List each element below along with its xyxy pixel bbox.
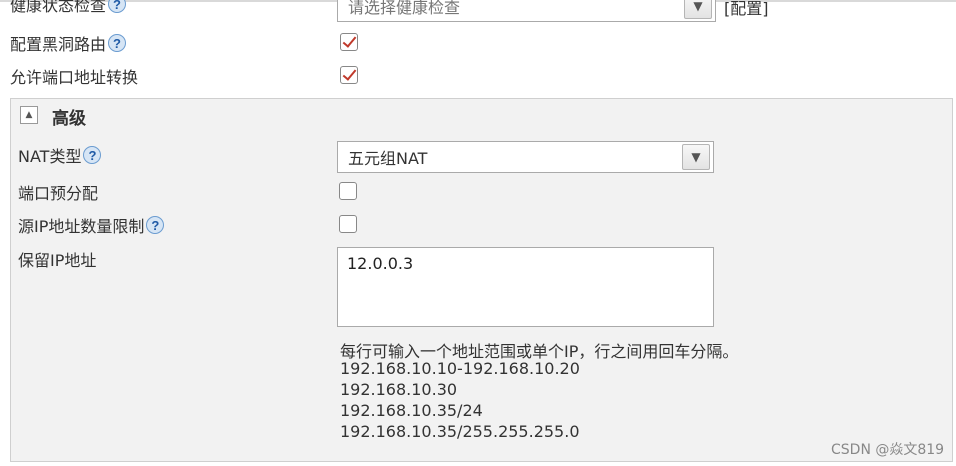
reserved-ip-textarea[interactable]: 12.0.0.3 (337, 247, 714, 327)
reserved-ip-example: 192.168.10.35/255.255.255.0 (340, 422, 580, 441)
src-ip-limit-label: 源IP地址数量限制? (18, 213, 165, 237)
port-prealloc-checkbox[interactable] (339, 182, 357, 200)
port-prealloc-label: 端口预分配 (18, 184, 99, 203)
port-nat-checkbox[interactable] (340, 66, 358, 84)
reserved-ip-example: 192.168.10.10-192.168.10.20 (340, 359, 580, 378)
advanced-title: 高级 (52, 109, 86, 129)
port-prealloc-row: 端口预分配 (18, 178, 98, 206)
help-icon[interactable]: ? (108, 34, 127, 52)
blackhole-label: 配置黑洞路由? (10, 31, 127, 55)
reserved-ip-label: 保留IP地址 (18, 251, 97, 270)
help-icon[interactable]: ? (83, 146, 102, 164)
health-check-label: 健康状态检查? (10, 0, 127, 16)
nat-type-select[interactable]: 五元组NAT ▼ (337, 141, 714, 173)
nat-type-label: NAT类型? (18, 143, 102, 167)
chevron-down-icon[interactable]: ▼ (684, 0, 712, 19)
help-icon[interactable]: ? (146, 216, 165, 234)
blackhole-checkbox[interactable] (340, 33, 358, 51)
src-ip-limit-checkbox[interactable] (339, 215, 357, 233)
nat-type-value: 五元组NAT (348, 149, 428, 168)
src-ip-limit-row: 源IP地址数量限制? (18, 211, 165, 239)
health-check-config-link[interactable]: [配置] (724, 0, 769, 19)
nat-type-row: NAT类型? (18, 141, 102, 169)
port-nat-label: 允许端口地址转换 (10, 68, 139, 87)
reserved-ip-example: 192.168.10.35/24 (340, 401, 483, 420)
reserved-ip-example: 192.168.10.30 (340, 380, 458, 399)
health-check-placeholder: 请选择健康检查 (348, 0, 461, 17)
blackhole-row: 配置黑洞路由? (10, 29, 127, 57)
health-check-row: 健康状态检查? (10, 0, 127, 18)
triangle-up-icon[interactable]: ▲ (20, 106, 38, 124)
health-check-select[interactable]: 请选择健康检查 ▼ (337, 0, 716, 22)
reserved-ip-row: 保留IP地址 (18, 245, 96, 273)
help-icon[interactable]: ? (108, 0, 127, 13)
port-nat-row: 允许端口地址转换 (10, 62, 138, 90)
chevron-down-icon[interactable]: ▼ (682, 144, 710, 170)
watermark: CSDN @焱文819 (831, 442, 945, 458)
